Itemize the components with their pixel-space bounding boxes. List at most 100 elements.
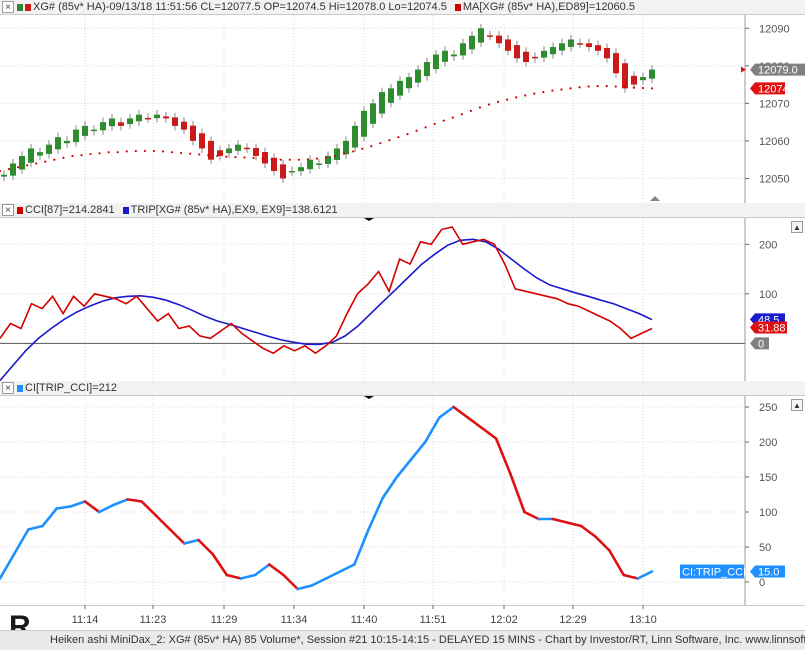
candle-body bbox=[469, 35, 475, 50]
candle-body bbox=[253, 148, 259, 156]
candle-body bbox=[163, 116, 169, 119]
close-panel-icon[interactable]: × bbox=[2, 204, 14, 216]
candle-body bbox=[73, 129, 79, 143]
candle bbox=[451, 50, 457, 61]
candle bbox=[379, 87, 385, 119]
ci-segment bbox=[494, 437, 512, 475]
ma-dot bbox=[35, 162, 38, 165]
candle-body bbox=[136, 114, 142, 122]
y-tick-label: 100 bbox=[759, 507, 777, 519]
ci-segment bbox=[253, 563, 271, 577]
ma-dot bbox=[460, 113, 463, 116]
ci-segment bbox=[594, 535, 611, 552]
ci-segment bbox=[466, 416, 484, 430]
ma-dot bbox=[352, 150, 355, 153]
ci-segment bbox=[565, 521, 583, 528]
candle bbox=[352, 121, 358, 153]
candle-body bbox=[10, 163, 16, 176]
candle-body bbox=[406, 77, 412, 89]
ci-segment bbox=[27, 524, 44, 531]
cci-legend-text: CCI[87]=214.2841 bbox=[25, 204, 115, 216]
ma-dot bbox=[415, 129, 418, 132]
ma-dot bbox=[515, 96, 518, 99]
trip-legend[interactable]: TRIP[XG# (85v* HA),EX9, EX9]=138.6121 bbox=[122, 204, 338, 216]
x-tick-label: 11:40 bbox=[351, 614, 378, 626]
ci-chart[interactable]: 250 200 150 100 50 0 CI:TRIP_CCI 15.0 bbox=[0, 396, 805, 605]
candle-body bbox=[100, 122, 106, 131]
price-legend[interactable]: XG# (85v* HA)-09/13/18 11:51:56 CL=12077… bbox=[17, 1, 447, 13]
candle-body bbox=[154, 114, 160, 119]
y-tick-label: 12090 bbox=[759, 23, 790, 35]
candle-body bbox=[505, 39, 511, 51]
candle-body bbox=[208, 140, 214, 160]
candle-body bbox=[244, 147, 250, 150]
close-panel-icon[interactable]: × bbox=[2, 1, 14, 13]
ma-value-tag: 12074 bbox=[750, 82, 789, 95]
candle bbox=[649, 65, 655, 84]
ma-dot bbox=[252, 156, 255, 159]
candle-body bbox=[496, 35, 502, 44]
ma-dot bbox=[587, 85, 590, 88]
x-tick-label: 11:14 bbox=[72, 614, 99, 626]
ma-dot bbox=[17, 166, 20, 169]
ma-dot bbox=[388, 139, 391, 142]
ci-segment bbox=[438, 405, 455, 419]
y-tick-label: 250 bbox=[759, 402, 777, 414]
price-chart[interactable]: 120901208012070120601205012079.01207467 bbox=[0, 15, 805, 203]
candle bbox=[469, 31, 475, 54]
candle-body bbox=[370, 103, 376, 124]
ma-dot bbox=[614, 85, 617, 88]
candle-body bbox=[541, 50, 547, 58]
ma-dot bbox=[7, 167, 11, 171]
candle bbox=[235, 140, 241, 156]
small-tag-text: 67 bbox=[787, 77, 799, 88]
ci-segment bbox=[225, 573, 243, 580]
candle-body bbox=[451, 54, 457, 57]
candle bbox=[505, 34, 511, 56]
candle bbox=[55, 132, 61, 154]
x-tick-label: 13:10 bbox=[629, 614, 657, 626]
ma-dot bbox=[98, 152, 101, 155]
ci-legend[interactable]: CI[TRIP_CCI]=212 bbox=[17, 382, 117, 394]
ma-dot bbox=[26, 164, 29, 167]
price-panel-header: × XG# (85v* HA)-09/13/18 11:51:56 CL=120… bbox=[0, 0, 805, 15]
ma-dot bbox=[397, 136, 400, 139]
status-bar-text: Heiken ashi MiniDax_2: XG# (85v* HA) 85 … bbox=[50, 634, 805, 646]
ma-dot bbox=[53, 158, 56, 161]
candle bbox=[217, 145, 223, 161]
candle-body bbox=[127, 118, 133, 125]
candle-body bbox=[559, 43, 565, 51]
x-tick-label: 12:29 bbox=[559, 614, 587, 626]
candle bbox=[631, 71, 637, 90]
ma-dot bbox=[44, 160, 47, 163]
candle bbox=[226, 143, 232, 158]
x-tick-label: 11:51 bbox=[420, 614, 447, 626]
ma-dot bbox=[261, 157, 264, 160]
cci-chart[interactable]: 200100048.531.88 bbox=[0, 218, 805, 381]
ci-legend-text: CI[TRIP_CCI]=212 bbox=[25, 382, 118, 394]
candle-body bbox=[397, 80, 403, 96]
candle bbox=[154, 110, 160, 123]
candle bbox=[10, 158, 16, 181]
ci-segment bbox=[83, 500, 101, 514]
ci-panel-header: × CI[TRIP_CCI]=212 bbox=[0, 381, 805, 396]
y-tick-label: 50 bbox=[759, 542, 771, 554]
candle-body bbox=[46, 144, 52, 154]
candle-body bbox=[415, 69, 421, 83]
ma-dot bbox=[297, 158, 300, 161]
ci-segment bbox=[395, 458, 413, 479]
candle-body bbox=[19, 155, 25, 170]
candle bbox=[577, 38, 583, 48]
ma-dot bbox=[161, 150, 165, 153]
ma-dot bbox=[80, 154, 83, 157]
ma-dot bbox=[216, 154, 219, 158]
cci-legend[interactable]: CCI[87]=214.2841 bbox=[17, 204, 115, 216]
candle-body bbox=[55, 137, 61, 150]
candle bbox=[280, 159, 286, 183]
ma-dot bbox=[152, 149, 156, 153]
candle-body bbox=[478, 28, 484, 43]
candle bbox=[478, 23, 484, 48]
ma-legend[interactable]: MA[XG# (85v* HA),ED89]=12060.5 bbox=[454, 1, 635, 13]
close-panel-icon[interactable]: × bbox=[2, 382, 14, 394]
candle bbox=[100, 117, 106, 135]
